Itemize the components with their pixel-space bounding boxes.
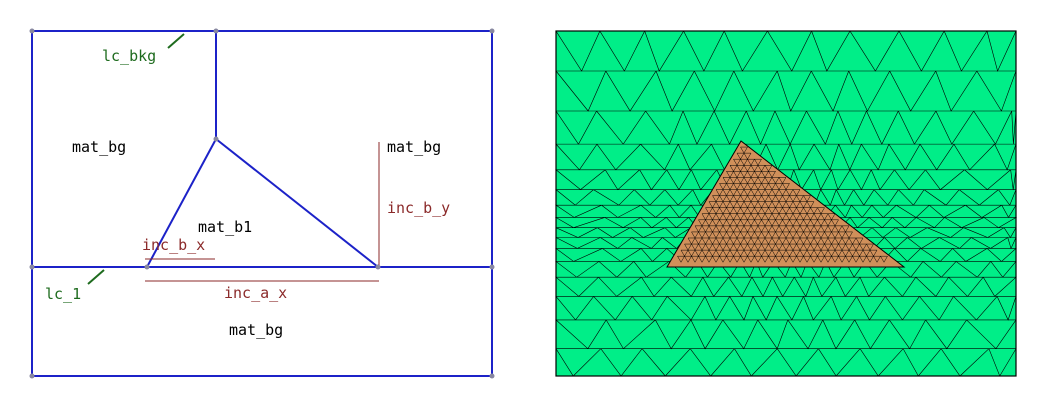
vertex bbox=[144, 264, 150, 270]
geometry-diagram: lc_bkg lc_1 mat_bg mat_bg mat_bg mat_b1 … bbox=[29, 28, 495, 379]
vertex bbox=[489, 264, 495, 270]
vertex bbox=[213, 28, 219, 34]
vertex bbox=[29, 28, 35, 34]
label-mat-bg-top-left: mat_bg bbox=[72, 138, 126, 156]
label-mat-bg-top-right: mat_bg bbox=[387, 138, 441, 156]
label-inc-b-x: inc_b_x bbox=[142, 236, 205, 254]
mesh-panel bbox=[520, 0, 1048, 407]
mesh-diagram bbox=[554, 30, 1018, 377]
lc-1-leader bbox=[87, 269, 105, 285]
label-mat-bg-bottom: mat_bg bbox=[229, 321, 283, 339]
lc-bkg-leader bbox=[167, 33, 185, 49]
vertex bbox=[489, 28, 495, 34]
vertex bbox=[29, 264, 35, 270]
vertex bbox=[489, 373, 495, 379]
vertex bbox=[213, 136, 219, 142]
label-lc-1: lc_1 bbox=[45, 285, 81, 303]
label-mat-b1: mat_b1 bbox=[198, 218, 252, 236]
label-lc-bkg: lc_bkg bbox=[102, 47, 156, 65]
geometry-panel: lc_bkg lc_1 mat_bg mat_bg mat_bg mat_b1 … bbox=[0, 0, 520, 407]
vertex bbox=[29, 373, 35, 379]
label-inc-a-x: inc_a_x bbox=[224, 284, 287, 302]
vertex bbox=[375, 264, 381, 270]
label-inc-b-y: inc_b_y bbox=[387, 199, 450, 217]
triangle-right-edge bbox=[215, 138, 379, 268]
